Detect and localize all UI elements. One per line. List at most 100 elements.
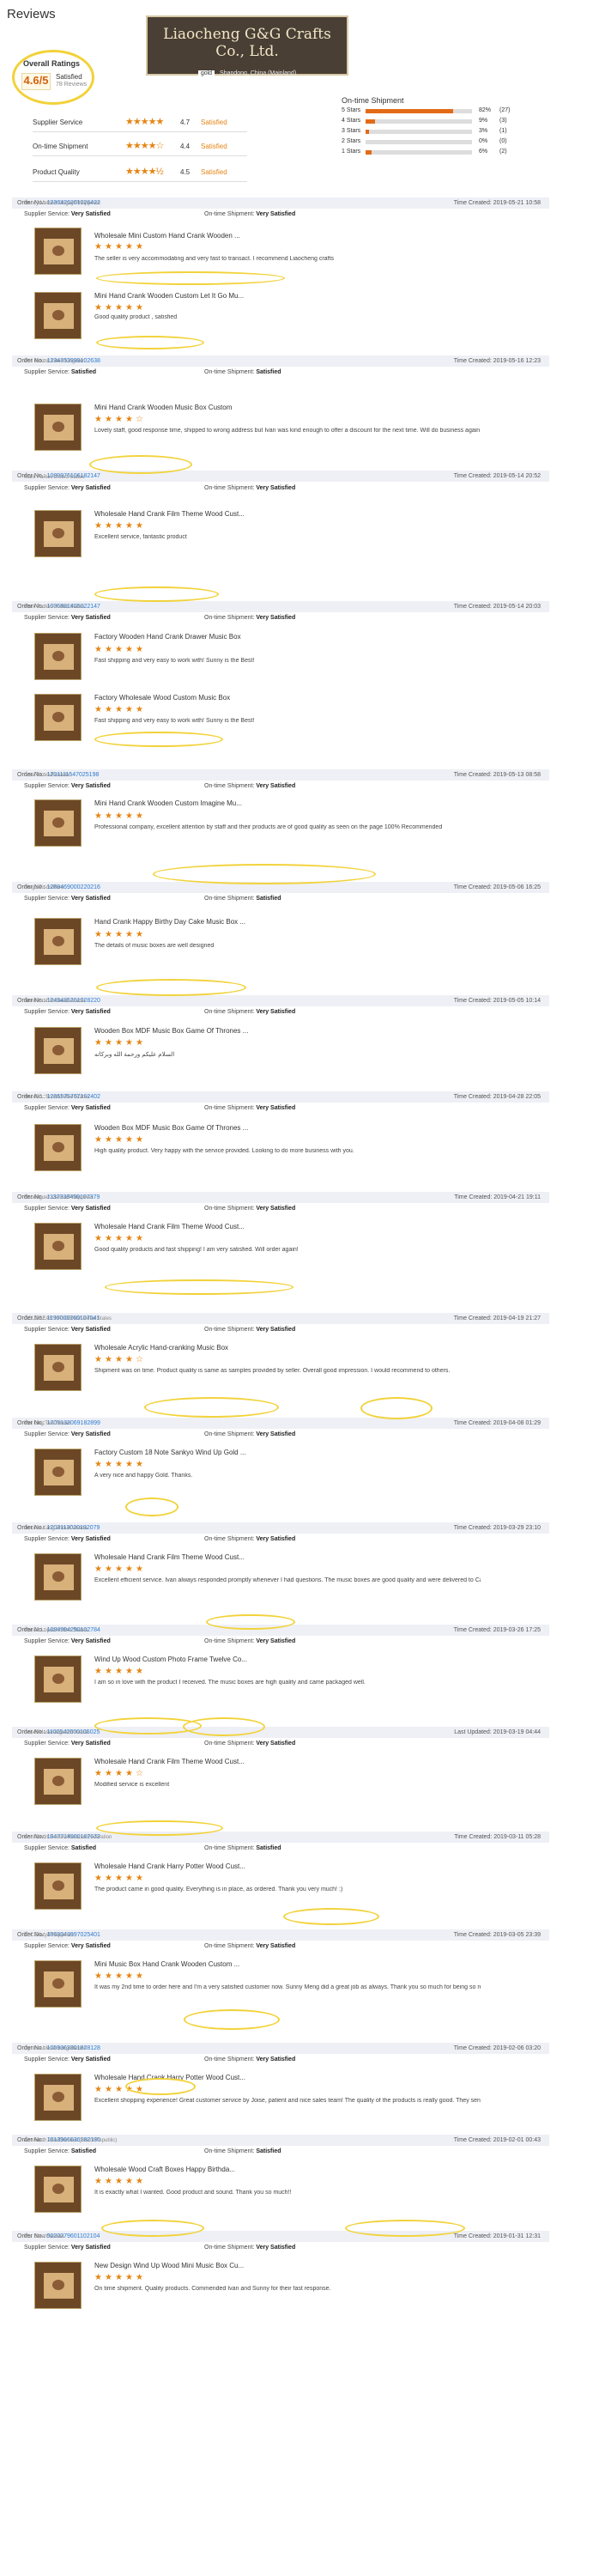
shipment-count: (1) — [499, 128, 507, 134]
product-title-link[interactable]: Wholesale Wood Craft Boxes Happy Birthda… — [94, 2166, 292, 2173]
star-icon: ★ — [94, 1460, 102, 1469]
product-image[interactable] — [34, 2166, 82, 2213]
supplier-service-rating: Supplier Service: Satisfied — [24, 1845, 97, 1851]
company-location: Shandong, China (Mainland) — [220, 70, 297, 76]
product-image[interactable] — [34, 1862, 82, 1910]
product-title-link[interactable]: Wholesale Hand Crank Harry Potter Wood C… — [94, 2074, 292, 2081]
star-icon: ★ — [115, 1234, 123, 1243]
review-service-line: Supplier Service: Very Satisfied On-time … — [24, 1431, 548, 1442]
order-header: Order No.: 1209132069182899 Time Created:… — [12, 1418, 549, 1429]
product-image[interactable] — [34, 1449, 82, 1496]
yellow-highlight-circle — [206, 1614, 295, 1630]
product-title-link[interactable]: Wholesale Hand Crank Harry Potter Wood C… — [94, 1862, 292, 1870]
star-icon: ★ — [115, 2273, 123, 2282]
product-image[interactable] — [34, 1758, 82, 1805]
review-service-line: Supplier Service: Very Satisfied On-time … — [24, 1206, 548, 1216]
company-banner[interactable]: Liaocheng G&G Crafts Co., Ltd. gold Shan… — [146, 15, 348, 76]
product-title-link[interactable]: Mini Music Box Hand Crank Wooden Custom … — [94, 1960, 292, 1968]
product-title-link[interactable]: Mini Hand Crank Wooden Custom Let It Go … — [94, 292, 292, 300]
product-image[interactable] — [34, 292, 82, 339]
product-title-link[interactable]: Mini Hand Crank Wooden Custom Imagine Mu… — [94, 799, 292, 807]
product-image[interactable] — [34, 633, 82, 680]
product-image[interactable] — [34, 2262, 82, 2309]
review-service-line: Supplier Service: Very Satisfied On-time … — [24, 615, 548, 625]
product-title-link[interactable]: Factory Wooden Hand Crank Drawer Music B… — [94, 633, 292, 641]
product-image[interactable] — [34, 404, 82, 451]
star-icon: ★ — [125, 1135, 133, 1145]
supplier-service-value: Very Satisfied — [70, 1327, 111, 1333]
star-icon: ★ — [115, 811, 123, 821]
supplier-service-value: Satisfied — [70, 2148, 97, 2154]
review-comment: The seller is very accommodating and ver… — [94, 256, 334, 262]
overall-score: 4.6/5 — [21, 73, 51, 90]
order-header: Order No.: 1036881405022147 Time Created:… — [12, 601, 549, 612]
product-image[interactable] — [34, 694, 82, 741]
product-title-link[interactable]: Mini Hand Crank Wooden Music Box Custom — [94, 404, 292, 411]
shipment-value: Very Satisfied — [256, 1536, 296, 1542]
product-image[interactable] — [34, 799, 82, 847]
product-image[interactable] — [34, 1656, 82, 1703]
star-icon: ★ — [105, 1874, 112, 1883]
product-title-link[interactable]: Factory Wholesale Wood Custom Music Box — [94, 694, 292, 702]
shipment-star-label: 3 Stars — [342, 128, 361, 134]
supplier-service-rating: Supplier Service: Very Satisfied — [24, 1105, 111, 1111]
star-icon: ★ — [136, 1874, 143, 1883]
star-icon: ★ — [105, 705, 112, 714]
review-stars: ★ ★ ★ ★ ★ — [94, 706, 154, 714]
review-comment: Lovely staff, good response time, shippe… — [94, 428, 481, 434]
shipment-value: Very Satisfied — [256, 1431, 296, 1437]
product-title-link[interactable]: Wholesale Hand Crank Film Theme Wood Cus… — [94, 1553, 292, 1561]
review-service-line: Supplier Service: Very Satisfied On-time … — [24, 2057, 548, 2067]
product-title-link[interactable]: New Design Wind Up Wood Mini Music Box C… — [94, 2262, 292, 2269]
product-title-link[interactable]: Hand Crank Happy Birthy Day Cake Music B… — [94, 918, 292, 926]
product-title-link[interactable]: Factory Custom 18 Note Sankyo Wind Up Go… — [94, 1449, 292, 1456]
product-title-link[interactable]: Wholesale Hand Crank Film Theme Wood Cus… — [94, 1758, 292, 1765]
product-title-link[interactable]: Wooden Box MDF Music Box Game Of Thrones… — [94, 1027, 292, 1035]
product-title-link[interactable]: Wholesale Mini Custom Hand Crank Wooden … — [94, 232, 292, 240]
shipment-bar-fill — [366, 130, 369, 134]
review-stars: ★ ★ ★ ★ ★ — [94, 931, 154, 939]
product-image[interactable] — [34, 918, 82, 965]
shipment-percent: 6% — [479, 149, 488, 155]
shipment-percent: 9% — [479, 118, 488, 124]
product-title-link[interactable]: Wooden Box MDF Music Box Game Of Thrones… — [94, 1124, 292, 1132]
yellow-highlight-circle — [94, 732, 223, 747]
star-icon: ★ — [125, 1769, 133, 1778]
product-image[interactable] — [34, 1124, 82, 1171]
product-image[interactable] — [34, 1223, 82, 1270]
supplier-service-value: Very Satisfied — [70, 1009, 111, 1015]
star-rating-icon: ★★★★★ — [125, 117, 164, 127]
shipment-count: (27) — [499, 107, 511, 113]
star-icon: ★ — [105, 930, 112, 939]
product-title-link[interactable]: Wind Up Wood Custom Photo Frame Twelve C… — [94, 1656, 292, 1663]
product-image[interactable] — [34, 228, 82, 275]
product-image[interactable] — [34, 1027, 82, 1074]
supplier-service-value: Very Satisfied — [70, 615, 111, 621]
product-image[interactable] — [34, 1553, 82, 1601]
product-title-link[interactable]: Wholesale Acrylic Hand-cranking Music Bo… — [94, 1344, 292, 1352]
star-icon: ★ — [136, 1038, 143, 1048]
product-image[interactable] — [34, 510, 82, 557]
order-time: Time Created: 2019-05-14 20:03 — [453, 604, 541, 610]
star-icon: ★ — [125, 1667, 133, 1676]
shipment-rating: On-time Shipment: Very Satisfied — [204, 485, 296, 491]
product-title-link[interactable]: Wholesale Hand Crank Film Theme Wood Cus… — [94, 510, 292, 518]
star-icon: ★ — [105, 303, 112, 313]
review-service-line: Supplier Service: Very Satisfied On-time … — [24, 1105, 548, 1115]
yellow-highlight-circle — [96, 271, 285, 285]
order-time: Time Created: 2019-03-05 23:39 — [453, 1932, 541, 1938]
supplier-service-value: Very Satisfied — [70, 1206, 111, 1212]
product-image[interactable] — [34, 2074, 82, 2121]
reviewer-name: Mark Parker/United States — [24, 605, 85, 610]
supplier-service-rating: Supplier Service: Very Satisfied — [24, 1009, 111, 1015]
product-image[interactable] — [34, 1344, 82, 1391]
product-image[interactable] — [34, 1960, 82, 2008]
reviewer-name: Ainsworth Alex/Dominic (Brazil Republic) — [24, 2138, 118, 2143]
supplier-service-rating: Supplier Service: Very Satisfied — [24, 211, 111, 217]
supplier-service-rating: Supplier Service: Very Satisfied — [24, 2057, 111, 2063]
star-icon: ★ — [136, 242, 143, 252]
review-comment: A very nice and happy Gold. Thanks. — [94, 1473, 193, 1479]
order-header: Order No.: 1102542500105025 Last Updated:… — [12, 1727, 549, 1738]
supplier-service-value: Very Satisfied — [70, 2057, 111, 2063]
product-title-link[interactable]: Wholesale Hand Crank Film Theme Wood Cus… — [94, 1223, 292, 1230]
